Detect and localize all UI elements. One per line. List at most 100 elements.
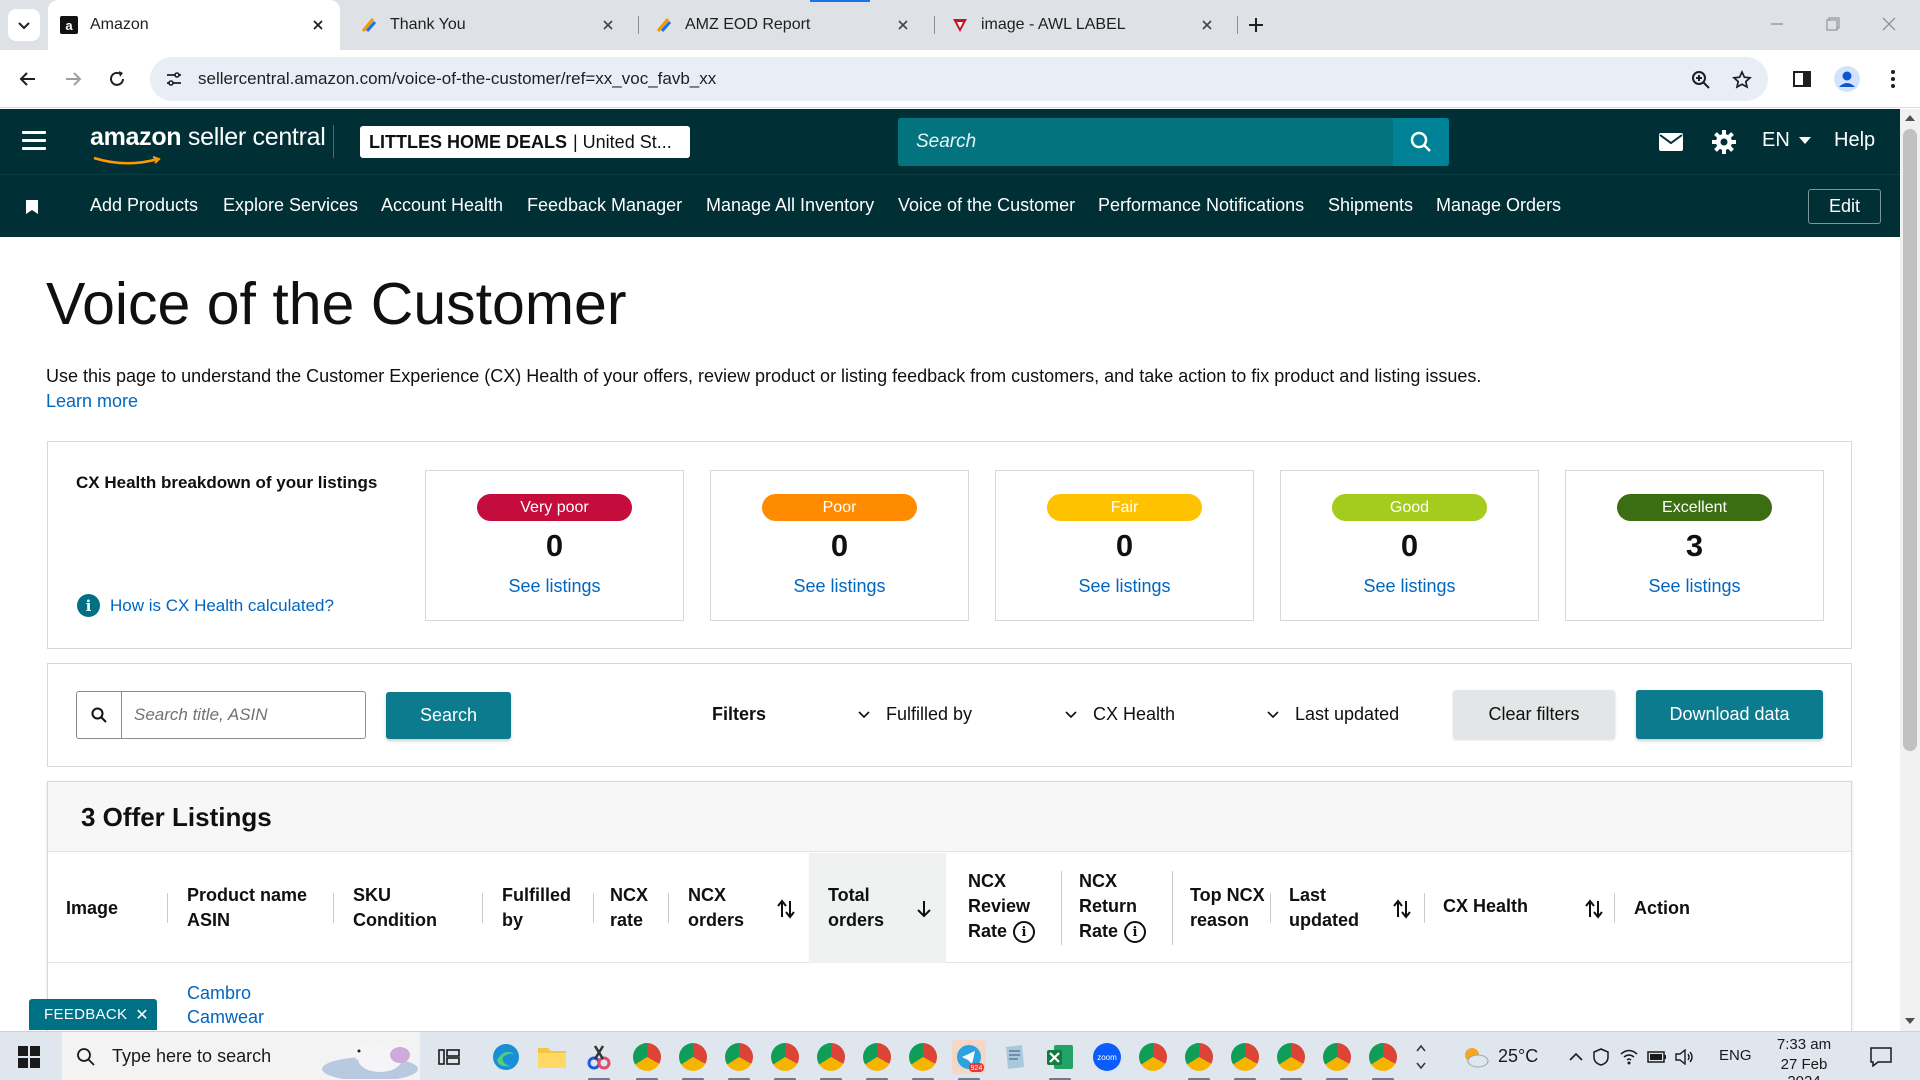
mail-icon[interactable] [1657,128,1685,156]
see-listings-link[interactable]: See listings [426,576,683,597]
file-explorer-icon[interactable] [535,1040,569,1074]
close-window-button[interactable] [1877,12,1901,36]
close-icon[interactable] [308,15,328,35]
settings-gear-icon[interactable] [1710,128,1738,156]
taskbar-search[interactable]: Type here to search [62,1032,420,1080]
zoom-icon[interactable] [1690,69,1712,91]
chrome-profile-icon[interactable] [1274,1040,1308,1074]
language-selector[interactable]: EN [1762,129,1812,152]
reload-button[interactable] [102,64,132,94]
battery-icon[interactable] [1645,1040,1669,1074]
chrome-profile-icon[interactable] [1366,1040,1400,1074]
tab-search-button[interactable] [8,9,40,41]
see-listings-link[interactable]: See listings [1566,576,1823,597]
nav-manage-orders[interactable]: Manage Orders [1436,195,1561,216]
clear-filters-button[interactable]: Clear filters [1453,690,1615,739]
telegram-icon[interactable]: 924 [952,1040,986,1074]
snipping-tool-icon[interactable] [582,1040,616,1074]
weather-icon[interactable] [1458,1040,1492,1074]
product-name-link[interactable]: Cambro Camwear [187,981,264,1029]
browser-menu-button[interactable] [1878,64,1908,94]
info-icon[interactable]: i [1013,921,1036,944]
restore-button[interactable] [1821,12,1845,36]
security-icon[interactable] [1589,1040,1613,1074]
sort-icon[interactable] [1391,898,1413,920]
learn-more-link[interactable]: Learn more [46,391,138,412]
close-icon[interactable] [1197,15,1217,35]
hamburger-menu-icon[interactable] [22,131,46,151]
site-info-icon[interactable] [164,69,184,89]
chrome-profile-icon[interactable] [768,1040,802,1074]
zoom-app-icon[interactable]: zoom [1090,1040,1124,1074]
task-view-icon[interactable] [432,1040,466,1074]
bookmark-icon[interactable] [26,200,38,214]
feedback-tab[interactable]: FEEDBACK ✕ [29,999,157,1030]
sort-icon[interactable] [775,898,797,920]
back-button[interactable] [13,64,43,94]
scroll-down-icon[interactable] [1905,1016,1915,1026]
download-data-button[interactable]: Download data [1636,690,1823,739]
scroll-up-icon[interactable] [1905,113,1915,123]
close-icon[interactable] [893,15,913,35]
sort-icon[interactable] [1583,898,1605,920]
close-icon[interactable] [598,15,618,35]
bookmark-star-icon[interactable] [1731,69,1753,91]
clock[interactable]: 7:33 am 27 Feb 2024 [1768,1036,1840,1080]
tab-awl-label[interactable]: image - AWL LABEL [939,0,1229,50]
see-listings-link[interactable]: See listings [996,576,1253,597]
side-panel-button[interactable] [1787,64,1817,94]
edge-browser-icon[interactable] [489,1040,523,1074]
taskbar-scroll-arrows[interactable] [1408,1040,1434,1074]
tab-thank-you[interactable]: Thank You [348,0,630,50]
new-tab-button[interactable] [1242,11,1270,39]
nav-shipments[interactable]: Shipments [1328,195,1413,216]
nav-explore-services[interactable]: Explore Services [223,195,358,216]
nav-add-products[interactable]: Add Products [90,195,198,216]
close-icon[interactable]: ✕ [135,1005,149,1025]
profile-button[interactable] [1832,64,1862,94]
see-listings-link[interactable]: See listings [1281,576,1538,597]
help-link[interactable]: Help [1834,129,1875,152]
chrome-profile-icon[interactable] [1228,1040,1262,1074]
notifications-icon[interactable] [1864,1040,1898,1074]
cx-health-dropdown[interactable]: CX Health [1065,704,1175,725]
nav-feedback-manager[interactable]: Feedback Manager [527,195,682,216]
chrome-profile-icon[interactable] [1320,1040,1354,1074]
input-language[interactable]: ENG [1719,1047,1752,1064]
nav-manage-all-inventory[interactable]: Manage All Inventory [706,195,874,216]
last-updated-dropdown[interactable]: Last updated [1267,704,1399,725]
chrome-icon[interactable] [1136,1040,1170,1074]
wifi-icon[interactable] [1617,1040,1641,1074]
page-scrollbar[interactable] [1900,109,1920,1031]
volume-icon[interactable] [1673,1040,1697,1074]
show-hidden-icons[interactable] [1565,1040,1587,1074]
chrome-profile-icon[interactable] [630,1040,664,1074]
notepad-icon[interactable] [998,1040,1032,1074]
cx-health-how-link[interactable]: i How is CX Health calculated? [77,594,334,617]
info-icon[interactable]: i [1124,921,1147,944]
scrollbar-thumb[interactable] [1903,129,1917,751]
seller-central-logo[interactable]: amazon seller central [90,123,326,165]
chrome-profile-icon[interactable] [814,1040,848,1074]
excel-icon[interactable] [1043,1040,1077,1074]
search-button[interactable]: Search [386,692,511,739]
minimize-button[interactable] [1765,12,1789,36]
chrome-profile-icon[interactable] [1182,1040,1216,1074]
address-bar[interactable]: sellercentral.amazon.com/voice-of-the-cu… [150,57,1768,101]
chrome-profile-icon[interactable] [906,1040,940,1074]
store-switcher[interactable]: LITTLES HOME DEALS | United St... [360,126,690,158]
header-search-button[interactable] [1393,118,1449,166]
nav-voice-of-the-customer[interactable]: Voice of the Customer [898,195,1075,216]
chrome-profile-icon[interactable] [676,1040,710,1074]
sort-descending-icon[interactable] [913,898,935,920]
nav-performance-notifications[interactable]: Performance Notifications [1098,195,1304,216]
tab-amazon[interactable]: a Amazon [48,0,340,50]
nav-account-health[interactable]: Account Health [381,195,503,216]
edit-nav-button[interactable]: Edit [1808,189,1881,224]
forward-button[interactable] [58,64,88,94]
chrome-profile-icon[interactable] [722,1040,756,1074]
listing-search-input[interactable] [122,692,365,738]
windows-start-icon[interactable] [18,1046,40,1068]
tab-amz-eod-report[interactable]: AMZ EOD Report [643,0,925,50]
fulfilled-by-dropdown[interactable]: Fulfilled by [858,704,972,725]
